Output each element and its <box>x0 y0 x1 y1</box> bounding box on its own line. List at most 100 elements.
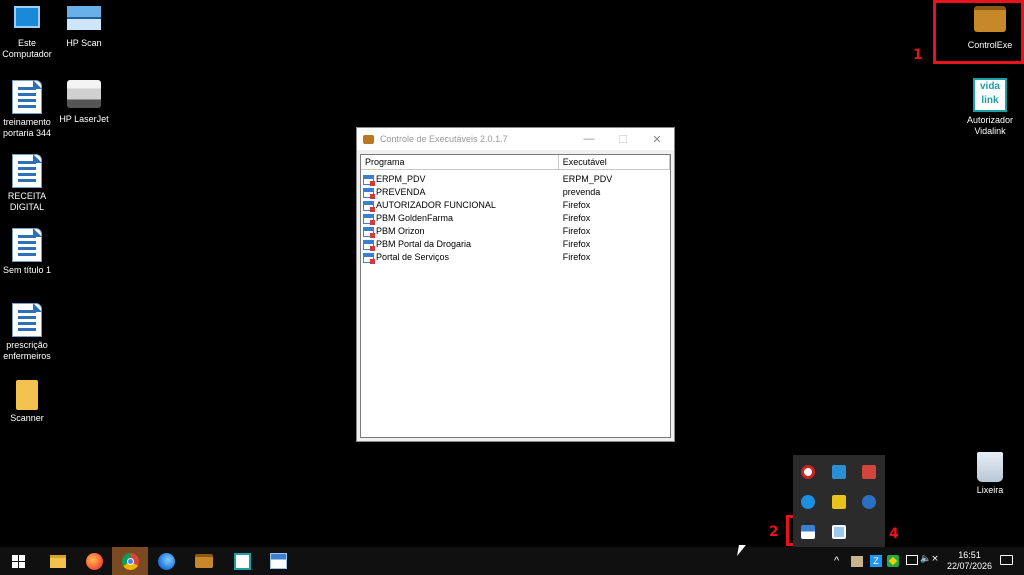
tray-overflow-popup <box>793 455 885 547</box>
desktop-icon-hp-scan[interactable]: HP Scan <box>52 6 116 49</box>
desktop-icon-receita-digital[interactable]: RECEITA DIGITAL <box>0 154 59 213</box>
executable-name: Firefox <box>562 213 591 223</box>
executable-name: Firefox <box>562 252 591 262</box>
list-item[interactable]: ERPM_PDV ERPM_PDV <box>361 173 670 186</box>
bluetooth-device-icon[interactable] <box>862 495 876 509</box>
program-name: AUTORIZADOR FUNCIONAL <box>376 200 496 210</box>
list-item[interactable]: PBM GoldenFarma Firefox <box>361 212 670 225</box>
annotation-number-2: 2 <box>769 524 779 540</box>
list-header: Programa Executável <box>361 155 670 170</box>
folder-icon <box>16 380 38 410</box>
list-item[interactable]: AUTORIZADOR FUNCIONAL Firefox <box>361 199 670 212</box>
desktop-icon-lixeira[interactable]: Lixeira <box>958 452 1022 496</box>
desktop-icon-sem-titulo[interactable]: Sem título 1 <box>0 228 59 276</box>
minimize-button[interactable]: — <box>572 133 606 145</box>
executable-name: Firefox <box>562 226 591 236</box>
taskbar-firefox[interactable] <box>76 547 112 575</box>
start-button[interactable] <box>0 547 36 575</box>
desktop-icon-label: Este Computador <box>2 38 52 59</box>
list-item[interactable]: PBM Portal da Drogaria Firefox <box>361 238 670 251</box>
document-icon <box>12 154 42 188</box>
document-icon <box>12 80 42 114</box>
program-name: PBM GoldenFarma <box>376 213 454 223</box>
taskbar-clock[interactable]: 16:51 22/07/2026 <box>947 550 992 572</box>
executable-name: Firefox <box>562 239 591 249</box>
app-blue-icon[interactable] <box>832 465 846 479</box>
desktop-icon-autorizador-vidalink[interactable]: vida link Autorizador Vidalink <box>958 78 1022 137</box>
firefox-icon <box>85 552 103 570</box>
close-button[interactable]: ✕ <box>640 133 674 146</box>
executable-name: ERPM_PDV <box>562 174 613 184</box>
taskbar-vidalink[interactable] <box>224 547 260 575</box>
program-icon <box>363 226 375 238</box>
notification-icon[interactable] <box>1000 555 1013 565</box>
vidalink-icon <box>233 552 251 570</box>
app-window-icon[interactable] <box>832 525 846 539</box>
desktop-icon-label: RECEITA DIGITAL <box>7 191 47 212</box>
desktop-icon-label: Autorizador Vidalink <box>966 115 1014 136</box>
executable-name: prevenda <box>562 187 601 197</box>
maximize-button[interactable]: ☐ <box>606 133 640 146</box>
taskbar-controle-executaveis[interactable] <box>260 547 296 575</box>
document-icon <box>12 303 42 337</box>
network-icon[interactable] <box>906 555 918 565</box>
computer-icon <box>14 6 40 28</box>
tray-z-icon[interactable]: Z <box>870 555 882 567</box>
recycle-bin-icon <box>977 452 1003 482</box>
column-header-executavel[interactable]: Executável <box>559 155 670 169</box>
clock-date: 22/07/2026 <box>946 561 992 571</box>
program-name: PREVENDA <box>376 187 426 197</box>
program-icon <box>363 213 375 225</box>
list-item[interactable]: PBM Orizon Firefox <box>361 225 670 238</box>
program-icon <box>363 239 375 251</box>
desktop-icon-label: prescrição enfermeiros <box>3 340 51 361</box>
program-name: PBM Orizon <box>376 226 425 236</box>
app-red-icon[interactable] <box>862 465 876 479</box>
list-item[interactable]: PREVENDA prevenda <box>361 186 670 199</box>
list-item[interactable]: Portal de Serviços Firefox <box>361 251 670 264</box>
program-icon <box>363 187 375 199</box>
taskbar-controlexe[interactable] <box>186 547 222 575</box>
chrome-icon <box>121 552 139 570</box>
program-window-icon <box>269 553 287 569</box>
taskbar-chrome[interactable] <box>112 547 148 575</box>
windows-icon <box>11 554 25 568</box>
scanner-icon <box>67 6 101 30</box>
taskbar-thunderbird[interactable] <box>148 547 184 575</box>
briefcase-icon <box>195 554 213 568</box>
desktop-icon-este-computador[interactable]: Este Computador <box>0 6 59 60</box>
vidalink-icon: vida link <box>973 78 1007 112</box>
tray-app-icon[interactable] <box>851 556 863 567</box>
desktop-icon-label: HP LaserJet <box>59 114 109 124</box>
antivirus-icon[interactable] <box>801 465 815 479</box>
briefcase-icon <box>363 134 374 144</box>
desktop-icon-prescricao[interactable]: prescrição enfermeiros <box>0 303 59 362</box>
program-icon <box>363 200 375 212</box>
program-icon <box>363 252 375 264</box>
desktop-icon-label: HP Scan <box>66 38 102 48</box>
programs-list[interactable]: Programa Executável ERPM_PDV ERPM_PDV PR… <box>360 154 671 438</box>
taskbar: ^ Z 🔈× 16:51 22/07/2026 <box>0 547 1024 575</box>
folder-icon <box>50 554 66 568</box>
program-name: PBM Portal da Drogaria <box>376 239 472 249</box>
tray-flag-icon[interactable] <box>887 555 899 567</box>
column-header-programa[interactable]: Programa <box>361 155 559 169</box>
network-globe-icon[interactable] <box>801 495 815 509</box>
annotation-box-1 <box>933 0 1024 64</box>
desktop-icon-hp-laserjet[interactable]: HP LaserJet <box>52 80 116 125</box>
volume-muted-icon[interactable]: 🔈× <box>920 554 939 564</box>
thunderbird-icon <box>157 552 175 570</box>
clock-time: 16:51 <box>958 550 981 560</box>
desktop-icon-scanner[interactable]: Scanner <box>0 380 59 424</box>
window-title: Controle de Executáveis 2.0.1.7 <box>380 134 508 144</box>
desktop-icon-label: treinamento portaria 344 <box>2 117 52 138</box>
app-yellow-icon[interactable] <box>832 495 846 509</box>
taskbar-file-explorer[interactable] <box>40 547 76 575</box>
controle-executaveis-window[interactable]: Controle de Executáveis 2.0.1.7 — ☐ ✕ Pr… <box>356 127 675 442</box>
window-titlebar[interactable]: Controle de Executáveis 2.0.1.7 — ☐ ✕ <box>357 128 674 150</box>
tray-chevron-icon[interactable]: ^ <box>834 555 839 567</box>
controlexe-tray-icon[interactable] <box>801 525 815 539</box>
annotation-number-4: 4 <box>889 526 899 542</box>
printer-icon <box>67 80 101 108</box>
desktop-icon-treinamento[interactable]: treinamento portaria 344 <box>0 80 59 139</box>
